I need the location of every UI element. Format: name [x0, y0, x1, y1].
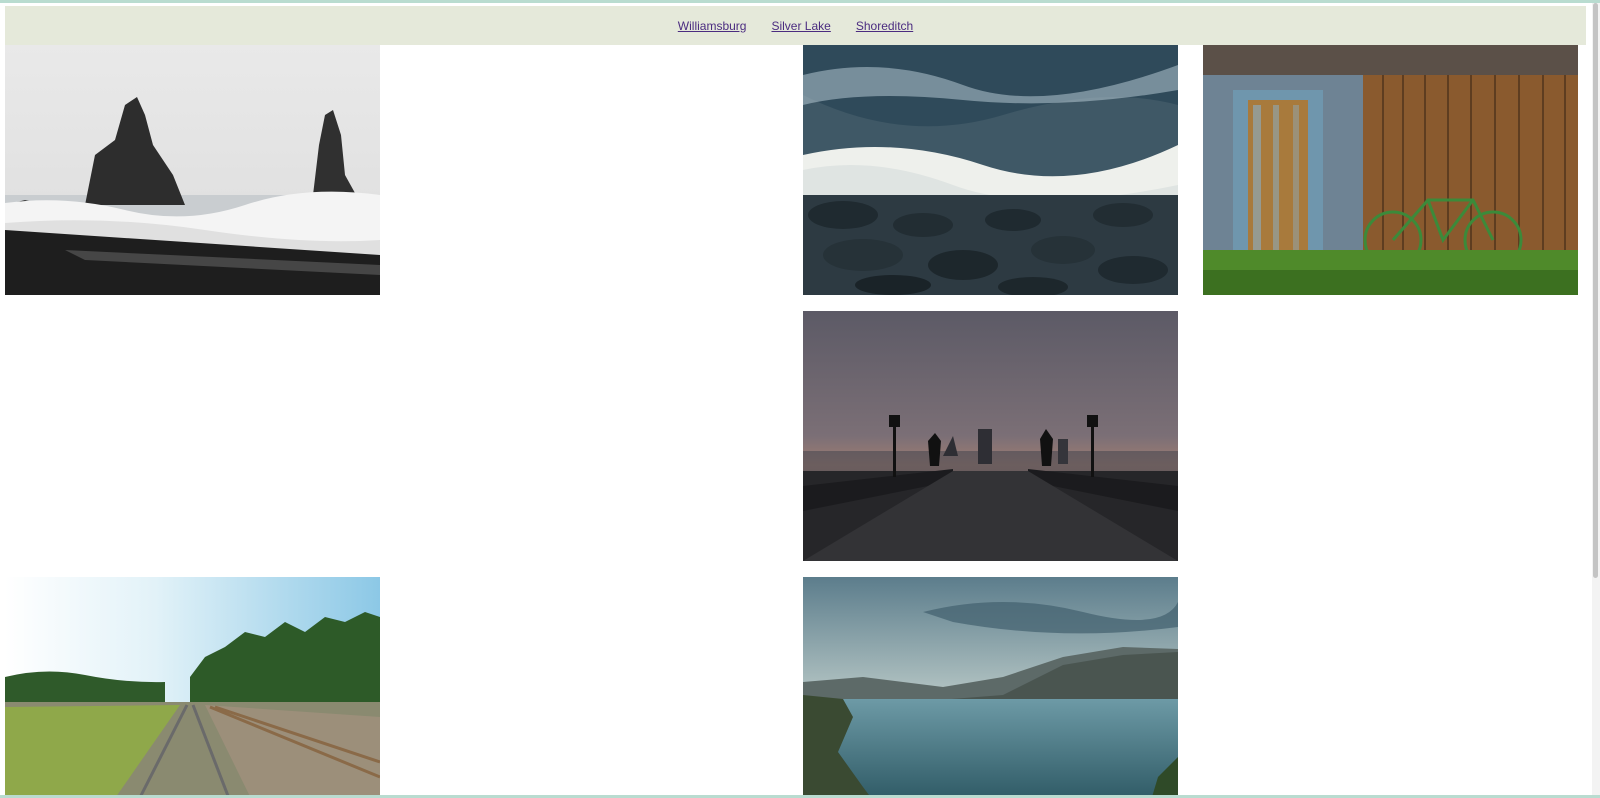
browser-viewport: Williamsburg Silver Lake Shoreditch [0, 0, 1600, 798]
scrollbar-thumb[interactable] [1593, 3, 1598, 578]
gallery-photo-wooden-shed-bicycle[interactable] [1203, 45, 1578, 295]
bridge-dusk-image [803, 311, 1178, 561]
vertical-scrollbar[interactable] [1592, 3, 1600, 795]
top-navigation: Williamsburg Silver Lake Shoreditch [5, 6, 1586, 45]
railroad-tracks-image [5, 577, 380, 798]
gallery-photo-mountain-lake[interactable] [803, 577, 1178, 798]
nav-link-silver-lake[interactable]: Silver Lake [771, 19, 830, 33]
sea-stacks-image [5, 45, 380, 295]
gallery-photo-ocean-waves[interactable] [803, 45, 1178, 295]
mountain-lake-image [803, 577, 1178, 798]
ocean-waves-image [803, 45, 1178, 295]
gallery-photo-railroad-tracks[interactable] [5, 577, 380, 798]
nav-link-shoreditch[interactable]: Shoreditch [856, 19, 913, 33]
gallery-photo-bridge-at-dusk[interactable] [803, 311, 1178, 561]
nav-link-williamsburg[interactable]: Williamsburg [678, 19, 747, 33]
top-accent-bar [0, 0, 1600, 3]
gallery-photo-sea-stacks[interactable] [5, 45, 380, 295]
wooden-shed-image [1203, 45, 1578, 295]
